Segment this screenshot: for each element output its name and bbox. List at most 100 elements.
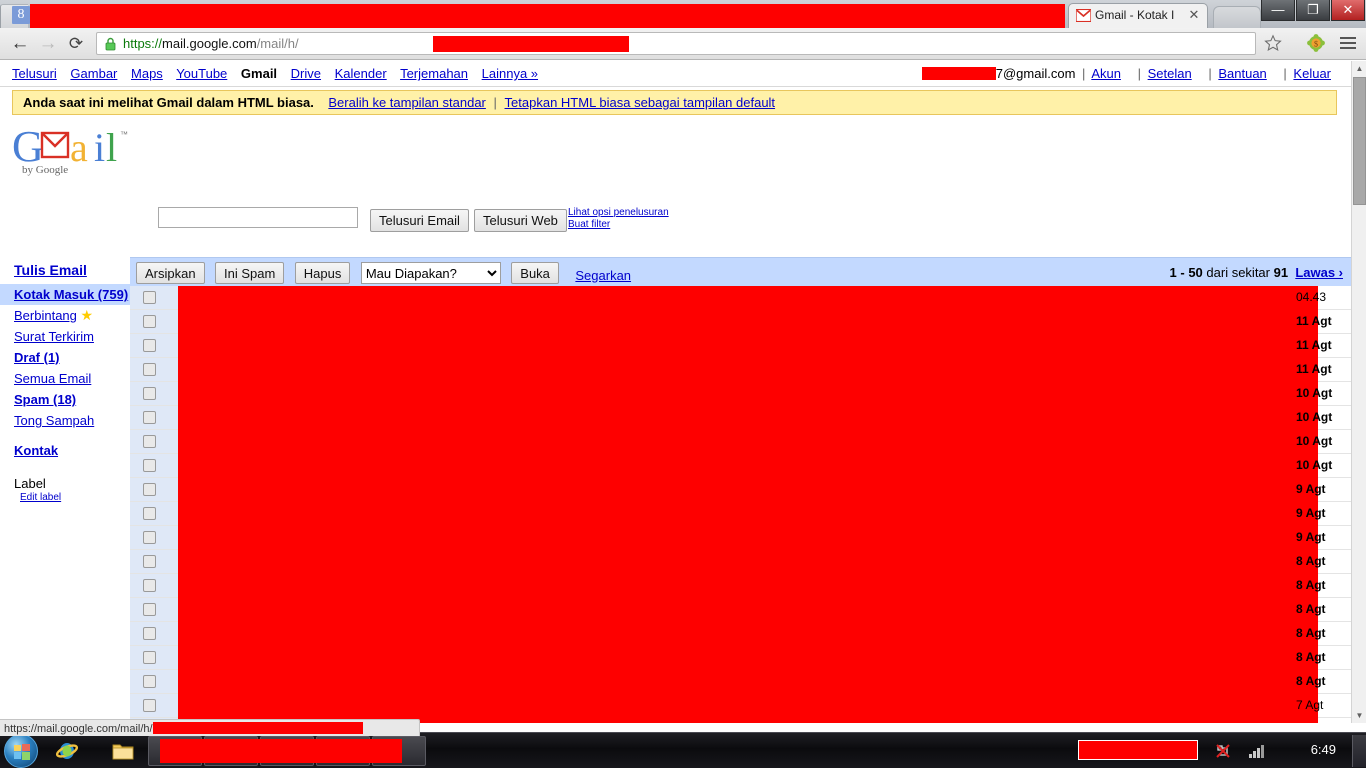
sidebar-item-starred[interactable]: Berbintang ★	[0, 305, 130, 326]
tab-ghost-new[interactable]	[1213, 6, 1261, 28]
scroll-up-icon[interactable]: ▲	[1352, 61, 1366, 76]
search-email-button[interactable]: Telusuri Email	[370, 209, 469, 232]
back-icon[interactable]: ←	[8, 32, 32, 56]
row-checkbox[interactable]	[143, 651, 156, 664]
open-button[interactable]: Buka	[511, 262, 559, 284]
gnav-link-youtube[interactable]: YouTube	[176, 66, 227, 81]
row-checkbox[interactable]	[143, 603, 156, 616]
delete-button[interactable]: Hapus	[294, 262, 351, 284]
row-checkbox[interactable]	[143, 507, 156, 520]
link-create-filter[interactable]: Buat filter	[568, 219, 669, 231]
sidebar-compose[interactable]: Tulis Email	[0, 257, 130, 284]
row-checkbox[interactable]	[143, 315, 156, 328]
scrollbar-thumb[interactable]	[1353, 77, 1366, 205]
account-link-setelan[interactable]: Setelan	[1148, 66, 1192, 81]
search-input[interactable]	[158, 207, 358, 228]
sidebar-item-sent[interactable]: Surat Terkirim	[0, 326, 130, 347]
row-checkbox[interactable]	[143, 483, 156, 496]
row-date: 10 Agt	[1296, 386, 1333, 400]
row-date: 8 Agt	[1296, 674, 1326, 688]
report-spam-button[interactable]: Ini Spam	[215, 262, 285, 284]
sidebar-item-label[interactable]: Spam (18)	[14, 392, 76, 407]
sidebar-item-label[interactable]: Tong Sampah	[14, 413, 94, 428]
pager-text: dari sekitar	[1206, 265, 1270, 280]
gnav-link-gambar[interactable]: Gambar	[70, 66, 117, 81]
row-checkbox[interactable]	[143, 699, 156, 712]
row-checkbox[interactable]	[143, 339, 156, 352]
row-checkbox[interactable]	[143, 435, 156, 448]
minimize-button[interactable]: —	[1261, 0, 1295, 21]
address-bar[interactable]: https://mail.google.com/mail/h/	[96, 32, 1256, 55]
close-window-button[interactable]: ✕	[1331, 0, 1365, 21]
search-web-button[interactable]: Telusuri Web	[474, 209, 567, 232]
taskbar-clock[interactable]: 6:49	[1311, 742, 1336, 757]
contacts-link[interactable]: Kontak	[14, 443, 58, 458]
gnav-link-telusuri[interactable]: Telusuri	[12, 66, 57, 81]
network-disconnected-icon[interactable]	[1214, 742, 1232, 760]
maximize-button[interactable]: ❐	[1296, 0, 1330, 21]
sidebar-item-all-mail[interactable]: Semua Email	[0, 368, 130, 389]
notice-link-standard-view[interactable]: Beralih ke tampilan standar	[328, 95, 486, 110]
scroll-down-icon[interactable]: ▼	[1352, 708, 1366, 723]
sidebar-item-inbox[interactable]: Kotak Masuk (759)	[0, 284, 130, 305]
pager-older-link[interactable]: Lawas ›	[1295, 265, 1343, 280]
browser-tab-gmail[interactable]: Gmail - Kotak I ✕	[1068, 3, 1208, 28]
sidebar-item-label[interactable]: Kotak Masuk (759)	[14, 287, 128, 302]
gmail-m-icon	[1076, 9, 1091, 22]
extension-icon[interactable]: $	[1306, 33, 1326, 53]
tab-favicon-letter: 8	[12, 6, 30, 24]
row-checkbox[interactable]	[143, 411, 156, 424]
row-checkbox[interactable]	[143, 675, 156, 688]
sidebar-item-label[interactable]: Berbintang	[14, 308, 77, 323]
gnav-link-lainnya[interactable]: Lainnya »	[482, 66, 538, 81]
compose-link[interactable]: Tulis Email	[14, 262, 87, 278]
sidebar-item-label[interactable]: Surat Terkirim	[14, 329, 94, 344]
sidebar-item-contacts[interactable]: Kontak	[0, 431, 130, 462]
pager-range: 1 - 50	[1169, 265, 1203, 280]
link-search-options[interactable]: Lihat opsi penelusuran	[568, 207, 669, 219]
row-checkbox[interactable]	[143, 627, 156, 640]
gnav-link-terjemahan[interactable]: Terjemahan	[400, 66, 468, 81]
bulk-action-select[interactable]: Mau Diapakan?	[360, 262, 501, 284]
page-scrollbar[interactable]: ▲ ▼	[1351, 61, 1366, 723]
message-toolbar: Arsipkan Ini Spam Hapus Mau Diapakan? Bu…	[130, 257, 1351, 286]
bookmark-star-icon[interactable]	[1264, 34, 1282, 52]
start-button[interactable]	[4, 734, 38, 768]
account-link-akun[interactable]: Akun	[1091, 66, 1121, 81]
archive-button[interactable]: Arsipkan	[136, 262, 205, 284]
sidebar-item-trash[interactable]: Tong Sampah	[0, 410, 130, 431]
row-checkbox[interactable]	[143, 579, 156, 592]
row-checkbox[interactable]	[143, 291, 156, 304]
show-desktop-button[interactable]	[1352, 735, 1366, 767]
file-explorer-icon[interactable]	[112, 740, 134, 762]
sidebar-item-drafts[interactable]: Draf (1)	[0, 347, 130, 368]
row-date: 11 Agt	[1296, 362, 1332, 376]
sidebar-item-spam[interactable]: Spam (18)	[0, 389, 130, 410]
refresh-link[interactable]: Segarkan	[575, 268, 631, 283]
row-checkbox[interactable]	[143, 363, 156, 376]
redacted-tray-item	[1078, 740, 1198, 760]
close-icon[interactable]: ✕	[1187, 8, 1201, 22]
internet-explorer-icon[interactable]	[56, 740, 78, 762]
signal-bars-icon[interactable]	[1248, 742, 1266, 760]
row-date: 04.43	[1296, 290, 1327, 304]
notice-link-set-default[interactable]: Tetapkan HTML biasa sebagai tampilan def…	[505, 95, 776, 110]
sidebar-edit-label[interactable]: Edit label	[0, 491, 130, 503]
gnav-link-drive[interactable]: Drive	[291, 66, 321, 81]
row-date: 9 Agt	[1296, 506, 1326, 520]
edit-label-link[interactable]: Edit label	[20, 492, 61, 503]
sidebar-item-label[interactable]: Draf (1)	[14, 350, 60, 365]
row-date: 10 Agt	[1296, 458, 1333, 472]
gnav-link-maps[interactable]: Maps	[131, 66, 163, 81]
reload-icon[interactable]: ⟳	[64, 32, 88, 56]
row-checkbox[interactable]	[143, 555, 156, 568]
account-link-keluar[interactable]: Keluar	[1293, 66, 1331, 81]
forward-icon[interactable]: →	[36, 32, 60, 56]
row-checkbox[interactable]	[143, 387, 156, 400]
chrome-menu-icon[interactable]	[1340, 37, 1356, 49]
account-link-bantuan[interactable]: Bantuan	[1218, 66, 1266, 81]
row-checkbox[interactable]	[143, 459, 156, 472]
sidebar-item-label[interactable]: Semua Email	[14, 371, 91, 386]
gnav-link-kalender[interactable]: Kalender	[335, 66, 387, 81]
row-checkbox[interactable]	[143, 531, 156, 544]
